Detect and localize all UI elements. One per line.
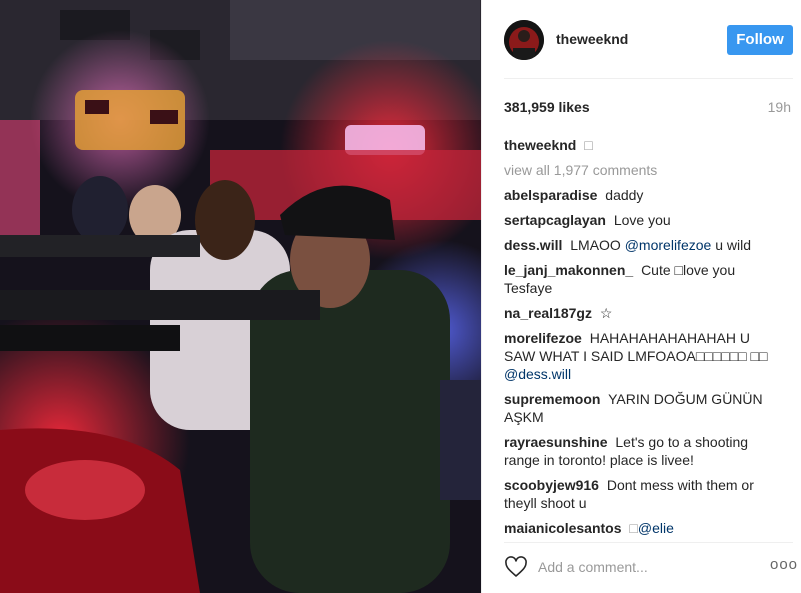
- more-options-icon[interactable]: ooo: [770, 556, 798, 573]
- post-photo[interactable]: [0, 0, 481, 593]
- add-comment-input[interactable]: [538, 558, 738, 576]
- post-header: theweeknd Follow: [482, 0, 801, 78]
- footer-divider: [504, 542, 793, 543]
- comment-item: scoobyjew916 Dont mess with them or they…: [504, 476, 774, 512]
- comment-item: dess.will LMAOO @morelifezoe u wild: [504, 236, 774, 254]
- comment-author[interactable]: dess.will: [504, 237, 562, 253]
- caption-author[interactable]: theweeknd: [504, 137, 576, 153]
- comment-author[interactable]: maianicolesantos: [504, 520, 622, 536]
- comment-author[interactable]: le_janj_makonnen_: [504, 262, 633, 278]
- post-timestamp[interactable]: 19h: [768, 99, 791, 115]
- heart-outline-icon[interactable]: [504, 555, 528, 579]
- comment-item: suprememoon YARIN DOĞUM GÜNÜN AŞKM: [504, 390, 774, 426]
- follow-button[interactable]: Follow: [727, 25, 793, 55]
- comment-text: daddy: [605, 187, 644, 203]
- avatar[interactable]: [504, 20, 544, 60]
- comment-author[interactable]: na_real187gz: [504, 305, 592, 321]
- likes-count[interactable]: 381,959 likes: [504, 99, 590, 115]
- comment-author[interactable]: morelifezoe: [504, 330, 582, 346]
- comment-item: maianicolesantos □@elie: [504, 519, 774, 537]
- comment-item: le_janj_makonnen_ Cute □love you Tesfaye: [504, 261, 774, 297]
- comment-author[interactable]: suprememoon: [504, 391, 600, 407]
- comment-mention[interactable]: @dess.will: [504, 366, 571, 382]
- comment-text: Love you: [613, 212, 671, 228]
- comments-list: theweeknd □ view all 1,977 comments abel…: [504, 136, 774, 544]
- comment-item: morelifezoe HAHAHAHAHAHAHAH U SAW WHAT I…: [504, 329, 774, 383]
- comment-text: ☆: [599, 305, 613, 321]
- comment-text-after: u wild: [715, 237, 751, 253]
- comment-mention[interactable]: @morelifezoe: [625, 237, 712, 253]
- comment-author[interactable]: rayraesunshine: [504, 434, 608, 450]
- avatar-image: [504, 20, 544, 60]
- post-caption: theweeknd □: [504, 136, 774, 154]
- username-link[interactable]: theweeknd: [556, 31, 628, 47]
- comment-mention[interactable]: @elie: [638, 520, 674, 536]
- header-divider: [504, 78, 793, 79]
- comment-item: abelsparadise daddy: [504, 186, 774, 204]
- post-sidebar: theweeknd Follow 381,959 likes 19h thewe…: [481, 0, 801, 593]
- comment-author[interactable]: abelsparadise: [504, 187, 597, 203]
- comment-text: LMAOO: [570, 237, 621, 253]
- comment-item: na_real187gz ☆: [504, 304, 774, 322]
- comment-text: □: [629, 520, 638, 536]
- comment-author[interactable]: sertapcaglayan: [504, 212, 606, 228]
- comment-author[interactable]: scoobyjew916: [504, 477, 599, 493]
- comment-item: sertapcaglayan Love you: [504, 211, 774, 229]
- caption-text: □: [584, 137, 593, 153]
- comment-item: rayraesunshine Let's go to a shooting ra…: [504, 433, 774, 469]
- view-all-comments-link[interactable]: view all 1,977 comments: [504, 161, 774, 179]
- arcade-photo: [0, 0, 481, 593]
